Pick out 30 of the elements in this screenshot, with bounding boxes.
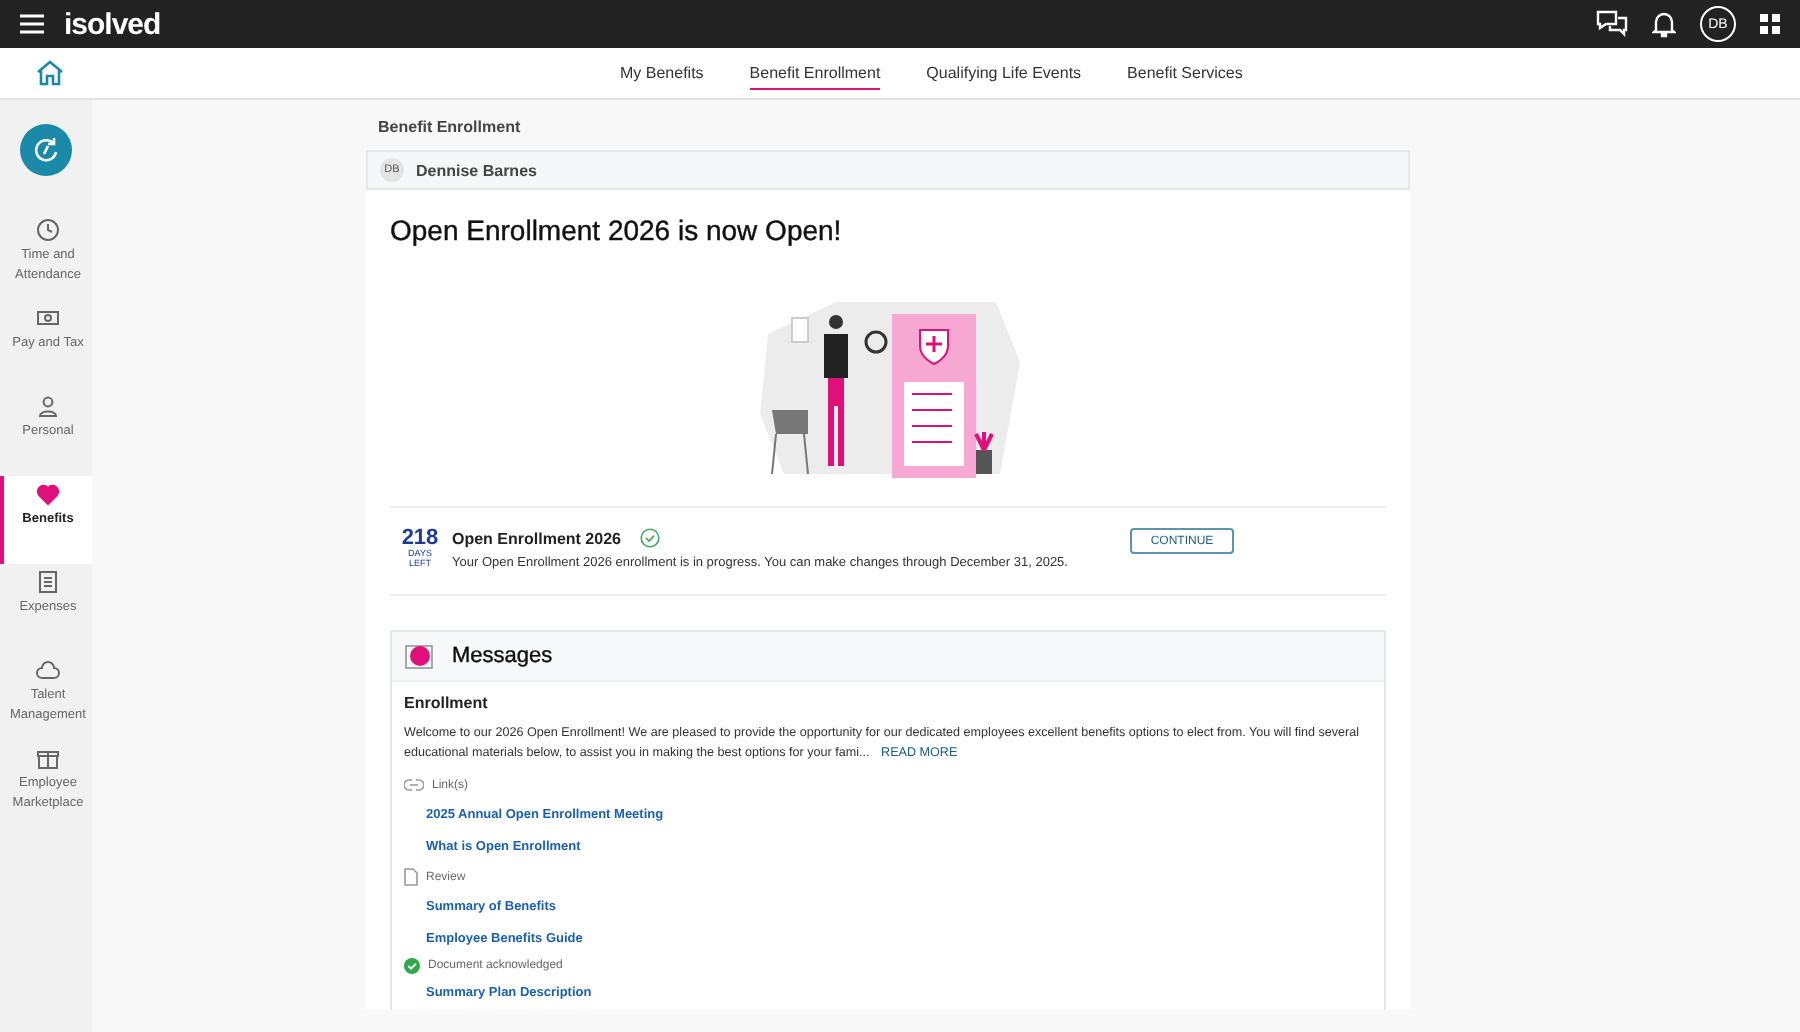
check-circle-icon [404, 958, 420, 974]
clock-icon [36, 218, 60, 242]
nav-tab[interactable]: Benefit Services [1127, 57, 1243, 89]
logo: isolved [64, 7, 161, 41]
cloud-icon [36, 658, 60, 682]
chat-icon[interactable] [1596, 10, 1628, 38]
message-heading: Enrollment [404, 694, 488, 712]
banknote-icon [36, 306, 60, 330]
link-icon [404, 778, 424, 792]
nav-tab[interactable]: My Benefits [620, 57, 704, 89]
enrollment-title: Open Enrollment 2026 [452, 529, 621, 547]
person-icon [36, 394, 60, 418]
nav-tab[interactable]: Benefit Enrollment [749, 57, 881, 89]
bell-icon[interactable] [1652, 11, 1676, 37]
check-circle-icon [640, 528, 661, 548]
home-icon[interactable] [36, 60, 64, 86]
document-icon [404, 868, 418, 886]
page-title: Benefit Enrollment [376, 116, 523, 140]
nav-tab[interactable]: Qualifying Life Events [926, 57, 1082, 89]
employee-name: Dennise Barnes [416, 161, 537, 179]
heart-icon [36, 482, 60, 506]
apps-grid-icon[interactable] [1760, 14, 1780, 34]
clipboard-icon [36, 570, 60, 594]
messages-title: Messages [452, 644, 553, 668]
menu-icon[interactable] [20, 14, 44, 34]
message-badge-icon [404, 642, 436, 670]
gift-icon [36, 746, 60, 770]
quick-action-button[interactable] [20, 124, 72, 176]
circular-arrow-icon [32, 136, 60, 164]
headline: Open Enrollment 2026 is now Open! [390, 214, 844, 246]
